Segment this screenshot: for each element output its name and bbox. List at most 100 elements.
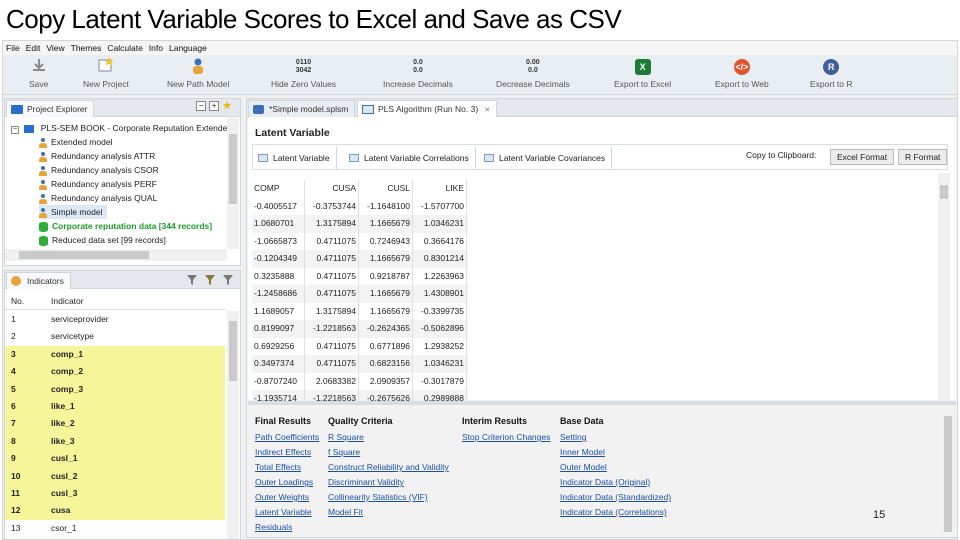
tree-item-simple-model[interactable]: Simple model bbox=[39, 205, 107, 219]
decrease-decimals-button[interactable]: 0.00 0.0 Decrease Decimals bbox=[496, 57, 570, 89]
tree-item-redundancy-csor[interactable]: Redundancy analysis CSOR bbox=[39, 163, 159, 177]
table-row[interactable]: -0.4005517 -0.3753744 -1.1648100 -1.5707700 bbox=[252, 197, 468, 215]
result-link[interactable]: Model Fit bbox=[328, 505, 449, 520]
table-cell: -0.5062896 bbox=[414, 320, 467, 338]
result-link[interactable]: Construct Reliability and Validity bbox=[328, 460, 449, 475]
splitter[interactable] bbox=[248, 401, 956, 405]
result-link[interactable]: Collinearity Statistics (VIF) bbox=[328, 490, 449, 505]
indicator-row[interactable]: 2 servicetype bbox=[5, 328, 225, 345]
menu-info[interactable]: Info bbox=[149, 43, 163, 53]
tree-item-redundancy-attr[interactable]: Redundancy analysis ATTR bbox=[39, 149, 155, 163]
indicator-row[interactable]: 3 comp_1 bbox=[5, 345, 225, 364]
result-link[interactable]: Indicator Data (Correlations) bbox=[560, 505, 671, 520]
indicator-row[interactable]: 10 cusl_2 bbox=[5, 467, 225, 485]
menu-view[interactable]: View bbox=[46, 43, 64, 53]
tab-simple-model[interactable]: *Simple model.splsm bbox=[248, 100, 356, 117]
table-row[interactable]: -0.8707240 2.0683382 2.0909357 -0.3017879 bbox=[252, 372, 468, 390]
result-link[interactable]: Indicator Data (Standardized) bbox=[560, 490, 671, 505]
indicator-row[interactable]: 5 comp_3 bbox=[5, 380, 225, 398]
indicator-row[interactable]: 12 cusa bbox=[5, 502, 225, 520]
indicator-row[interactable]: 7 like_2 bbox=[5, 415, 225, 433]
table-row[interactable]: 1.1689057 1.3175894 1.1665679 -0.3399735 bbox=[252, 302, 468, 320]
result-link[interactable]: Discriminant Validity bbox=[328, 475, 449, 490]
save-button[interactable]: Save bbox=[29, 57, 48, 89]
indicator-row[interactable]: 13 csor_1 bbox=[5, 520, 225, 537]
table-scrollbar[interactable] bbox=[938, 173, 950, 400]
tree-item-redundancy-qual[interactable]: Redundancy analysis QUAL bbox=[39, 191, 157, 205]
table-row[interactable]: 0.3497374 0.4711075 0.6823156 1.0346231 bbox=[252, 355, 468, 373]
expand-all-icon[interactable]: + bbox=[209, 101, 220, 111]
result-link[interactable]: Total Effects bbox=[255, 460, 319, 475]
r-format-button[interactable]: R Format bbox=[898, 149, 948, 165]
result-link[interactable]: Path Coefficients bbox=[255, 430, 319, 445]
result-link[interactable]: f Square bbox=[328, 445, 449, 460]
menu-file[interactable]: File bbox=[6, 43, 20, 53]
table-row[interactable]: 0.6929256 0.4711075 0.6771896 1.2938252 bbox=[252, 337, 468, 355]
table-icon bbox=[258, 154, 268, 162]
increase-decimals-button[interactable]: 0.0 0.0 Increase Decimals bbox=[383, 57, 453, 89]
expand-toggle-icon[interactable]: − bbox=[11, 126, 19, 134]
scroll-thumb[interactable] bbox=[940, 185, 948, 199]
table-row[interactable]: 0.3235888 0.4711075 0.9218787 1.2263963 bbox=[252, 267, 468, 285]
menu-edit[interactable]: Edit bbox=[26, 43, 41, 53]
indicator-row[interactable]: 8 like_3 bbox=[5, 432, 225, 451]
tree-item-reduced-data[interactable]: Reduced data set [99 records] bbox=[39, 233, 166, 247]
tab-indicators[interactable]: Indicators bbox=[6, 272, 71, 289]
menu-calculate[interactable]: Calculate bbox=[107, 43, 142, 53]
result-link[interactable]: Outer Loadings bbox=[255, 475, 319, 490]
indicators-scrollbar[interactable] bbox=[227, 311, 239, 539]
table-row[interactable]: -1.0665873 0.4711075 0.7246943 0.3664176 bbox=[252, 232, 468, 250]
result-link[interactable]: Inner Model bbox=[560, 445, 671, 460]
indicator-row[interactable]: 11 cusl_3 bbox=[5, 485, 225, 503]
new-project-button[interactable]: New Project bbox=[83, 57, 129, 89]
indicator-row[interactable]: 9 cusl_1 bbox=[5, 450, 225, 468]
result-link[interactable]: Residuals bbox=[255, 520, 319, 535]
explorer-h-scrollbar[interactable] bbox=[5, 249, 227, 261]
filter-icon[interactable] bbox=[186, 274, 198, 286]
subtab-latent-variable[interactable]: Latent Variable bbox=[253, 147, 337, 169]
explorer-scrollbar[interactable] bbox=[227, 118, 239, 249]
model-icon bbox=[39, 165, 47, 176]
tree-item-corporate-data[interactable]: Corporate reputation data [344 records] bbox=[39, 219, 212, 233]
export-excel-button[interactable]: X Export to Excel bbox=[614, 57, 671, 89]
table-row[interactable]: -0.1204349 0.4711075 1.1665679 0.8301214 bbox=[252, 250, 468, 268]
filter-icon[interactable] bbox=[222, 274, 234, 286]
scroll-thumb[interactable] bbox=[19, 251, 149, 259]
result-link[interactable]: Stop Criterion Changes bbox=[462, 430, 550, 445]
table-row[interactable]: 0.8199097 -1.2218563 -0.2624365 -0.5062896 bbox=[252, 320, 468, 338]
export-r-button[interactable]: R Export to R bbox=[810, 57, 853, 89]
result-link[interactable]: Outer Weights bbox=[255, 490, 319, 505]
scroll-thumb[interactable] bbox=[229, 321, 237, 381]
tree-item-extended-model[interactable]: Extended model bbox=[39, 135, 112, 149]
result-link[interactable]: Setting bbox=[560, 430, 671, 445]
collapse-all-icon[interactable]: − bbox=[196, 101, 207, 111]
result-link[interactable]: Latent Variable bbox=[255, 505, 319, 520]
star-icon[interactable]: ★ bbox=[222, 101, 232, 112]
table-row[interactable]: 1.0680701 1.3175894 1.1665679 1.0346231 bbox=[252, 215, 468, 233]
subtab-lv-correlations[interactable]: Latent Variable Correlations bbox=[344, 147, 476, 169]
tree-item-redundancy-perf[interactable]: Redundancy analysis PERF bbox=[39, 177, 157, 191]
table-row[interactable]: -1.2458686 0.4711075 1.1665679 1.4308901 bbox=[252, 285, 468, 303]
indicator-row[interactable]: 4 comp_2 bbox=[5, 363, 225, 381]
menu-language[interactable]: Language bbox=[169, 43, 207, 53]
tab-project-explorer[interactable]: Project Explorer bbox=[6, 100, 95, 117]
hide-zero-values-button[interactable]: 0110 3042 Hide Zero Values bbox=[271, 57, 336, 89]
subtab-lv-covariances[interactable]: Latent Variable Covariances bbox=[479, 147, 613, 169]
result-link[interactable]: R Square bbox=[328, 430, 449, 445]
scroll-thumb[interactable] bbox=[944, 416, 952, 532]
export-web-button[interactable]: </> Export to Web bbox=[715, 57, 769, 89]
excel-format-button[interactable]: Excel Format bbox=[830, 149, 895, 165]
tree-root[interactable]: − PLS-SEM BOOK - Corporate Reputation Ex… bbox=[11, 121, 232, 135]
scroll-thumb[interactable] bbox=[229, 134, 237, 204]
results-scrollbar[interactable] bbox=[942, 416, 954, 532]
result-link[interactable]: Indirect Effects bbox=[255, 445, 319, 460]
close-tab-icon[interactable]: ✕ bbox=[485, 107, 491, 114]
filter-icon[interactable] bbox=[204, 274, 216, 286]
indicator-row[interactable]: 6 like_1 bbox=[5, 398, 225, 416]
menu-themes[interactable]: Themes bbox=[71, 43, 102, 53]
indicator-row[interactable]: 1 serviceprovider bbox=[5, 311, 225, 328]
result-link[interactable]: Indicator Data (Original) bbox=[560, 475, 671, 490]
new-path-model-button[interactable]: New Path Model bbox=[167, 57, 229, 89]
tab-pls-algorithm[interactable]: PLS Algorithm (Run No. 3) ✕ bbox=[357, 100, 498, 117]
result-link[interactable]: Outer Model bbox=[560, 460, 671, 475]
